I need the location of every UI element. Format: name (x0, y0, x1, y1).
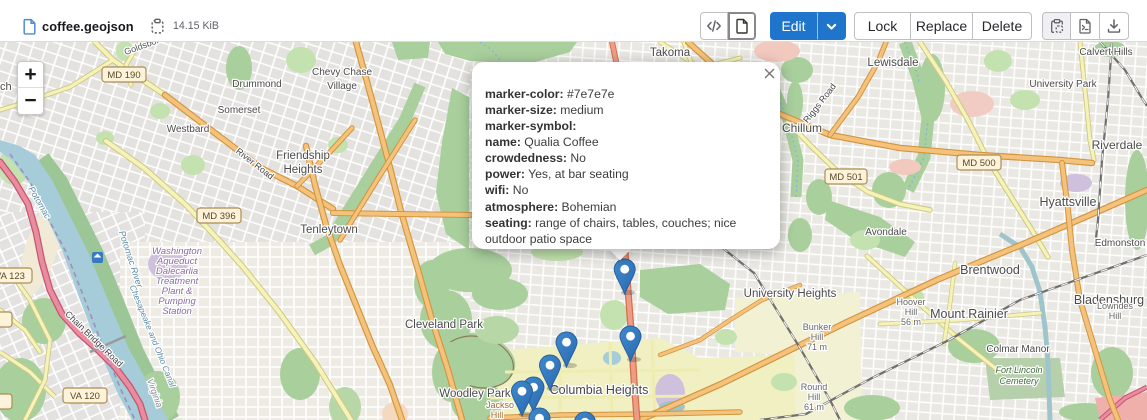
svg-text:VA 123: VA 123 (0, 271, 25, 282)
svg-text:Village: Village (327, 81, 357, 92)
svg-text:Avondale: Avondale (865, 227, 907, 238)
svg-text:Hoover: Hoover (896, 297, 925, 307)
svg-text:Fort Lincoln: Fort Lincoln (995, 365, 1042, 375)
svg-text:VA 120: VA 120 (70, 391, 100, 402)
svg-text:MD 190: MD 190 (107, 70, 140, 81)
svg-text:Bunker: Bunker (803, 322, 832, 332)
svg-text:Tenleytown: Tenleytown (300, 224, 358, 236)
svg-text:Columbia Heights: Columbia Heights (550, 383, 649, 397)
svg-text:MD 396: MD 396 (202, 211, 235, 222)
svg-text:Jackso: Jackso (486, 400, 514, 410)
svg-text:Lewisdale: Lewisdale (867, 57, 918, 69)
svg-text:MD 500: MD 500 (962, 158, 995, 169)
svg-text:Lowndes: Lowndes (1097, 301, 1134, 311)
svg-text:Brentwood: Brentwood (960, 263, 1020, 277)
svg-text:Colmar Manor: Colmar Manor (986, 344, 1050, 355)
svg-text:Station: Station (162, 306, 192, 317)
svg-text:Somerset: Somerset (218, 105, 261, 116)
svg-text:Takoma: Takoma (650, 47, 691, 59)
svg-text:Edmonston: Edmonston (1095, 238, 1146, 249)
svg-text:Westbard: Westbard (167, 124, 210, 135)
svg-text:61 m: 61 m (804, 402, 824, 412)
svg-text:Hill: Hill (1109, 311, 1122, 321)
svg-text:Friendship: Friendship (276, 150, 330, 162)
svg-text:Chevy Chase: Chevy Chase (312, 67, 372, 78)
svg-text:Mount Rainier: Mount Rainier (930, 307, 1008, 321)
svg-text:University Heights: University Heights (744, 288, 837, 300)
svg-text:Hill: Hill (811, 332, 824, 342)
svg-text:ch: ch (0, 81, 12, 93)
svg-text:71 m: 71 m (807, 342, 827, 352)
svg-text:Hill: Hill (905, 307, 918, 317)
svg-text:MD 501: MD 501 (829, 172, 862, 183)
svg-text:Hill: Hill (491, 410, 504, 420)
svg-text:Round: Round (801, 382, 828, 392)
svg-text:Cemetery: Cemetery (999, 376, 1039, 386)
svg-text:Chillum: Chillum (782, 121, 822, 135)
svg-text:Calvert Hills: Calvert Hills (1079, 47, 1132, 58)
svg-text:Hill: Hill (808, 392, 821, 402)
svg-text:Cleveland Park: Cleveland Park (405, 319, 483, 331)
svg-text:Woodley Park: Woodley Park (439, 388, 511, 400)
svg-text:University Park: University Park (1029, 79, 1097, 90)
svg-text:Hyattsville: Hyattsville (1040, 195, 1097, 209)
svg-text:56 m: 56 m (901, 317, 921, 327)
svg-text:Heights: Heights (284, 164, 323, 176)
svg-text:Drummond: Drummond (232, 79, 281, 90)
svg-text:Riverdale: Riverdale (1092, 138, 1143, 152)
